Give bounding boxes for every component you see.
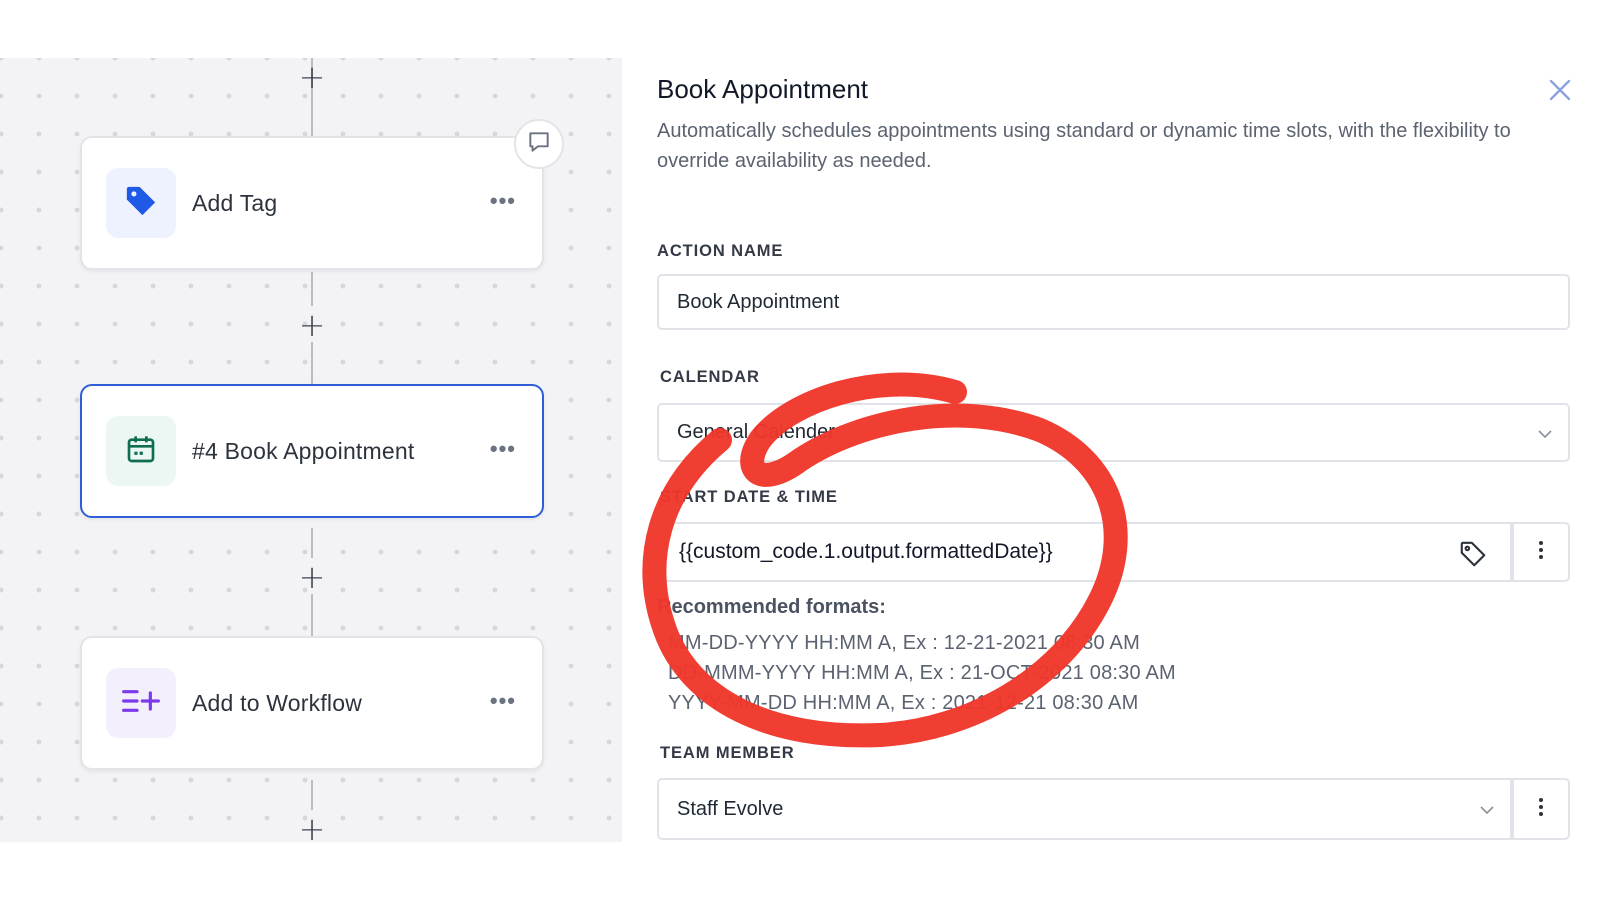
format-example: DD-MMM-YYYY HH:MM A, Ex : 21-OCT-2021 08… <box>668 662 1176 684</box>
start-date-time-more-button[interactable] <box>1512 522 1570 582</box>
comment-button[interactable] <box>514 119 564 169</box>
add-step-button[interactable]: + <box>299 561 326 593</box>
connector-line <box>311 594 313 636</box>
node-label: Add to Workflow <box>192 689 363 716</box>
calendar-label: CALENDAR <box>660 368 760 386</box>
node-label: #4 Book Appointment <box>192 437 415 464</box>
team-member-select[interactable]: Staff Evolve <box>657 778 1512 840</box>
add-to-list-icon <box>121 687 161 720</box>
node-label: Add Tag <box>192 189 278 216</box>
action-settings-panel: Book Appointment Automatically schedules… <box>622 58 1600 842</box>
calendar-icon <box>125 433 157 470</box>
connector-line <box>311 780 313 810</box>
node-icon-box <box>106 668 176 738</box>
connector-line <box>311 528 313 558</box>
node-more-menu[interactable]: ••• <box>490 190 516 212</box>
more-vertical-icon <box>1538 540 1544 565</box>
start-date-time-input[interactable]: {{custom_code.1.output.formattedDate}} <box>657 522 1512 582</box>
start-date-time-label: START DATE & TIME <box>660 488 838 506</box>
connector-line <box>311 272 313 306</box>
add-step-button[interactable]: + <box>299 813 326 842</box>
tag-icon <box>124 184 158 223</box>
action-name-input[interactable]: Book Appointment <box>657 274 1570 330</box>
panel-description: Automatically schedules appointments usi… <box>657 120 1511 172</box>
format-example: YYYY-MM-DD HH:MM A, Ex : 2021-12-21 08:3… <box>668 692 1139 714</box>
workflow-node-add-tag[interactable]: Add Tag ••• <box>80 136 544 270</box>
close-button[interactable] <box>1544 76 1576 108</box>
comment-icon <box>526 129 552 160</box>
node-icon-box <box>106 168 176 238</box>
recommended-formats-title: Recommended formats: <box>657 596 886 618</box>
tag-icon[interactable] <box>1458 539 1488 575</box>
chevron-down-icon <box>1536 425 1554 448</box>
calendar-value: General Calender <box>677 421 835 443</box>
calendar-select[interactable]: General Calender <box>657 403 1570 462</box>
more-vertical-icon <box>1538 797 1544 822</box>
chevron-down-icon <box>1478 801 1496 824</box>
team-member-label: TEAM MEMBER <box>660 744 795 762</box>
connector-line <box>311 342 313 384</box>
action-name-label: ACTION NAME <box>657 242 784 260</box>
workflow-node-book-appointment[interactable]: #4 Book Appointment ••• <box>80 384 544 518</box>
format-example: MM-DD-YYYY HH:MM A, Ex : 12-21-2021 08:3… <box>668 632 1140 654</box>
node-icon-box <box>106 416 176 486</box>
node-more-menu[interactable]: ••• <box>490 438 516 460</box>
team-member-more-button[interactable] <box>1512 778 1570 840</box>
workflow-canvas[interactable]: + + + + Add Tag ••• #4 Book Appointment … <box>0 58 622 842</box>
node-more-menu[interactable]: ••• <box>490 690 516 712</box>
add-step-button[interactable]: + <box>299 309 326 341</box>
team-member-value: Staff Evolve <box>677 797 784 820</box>
action-name-value: Book Appointment <box>677 290 840 313</box>
start-date-time-value: {{custom_code.1.output.formattedDate}} <box>679 540 1053 563</box>
close-icon <box>1548 78 1572 107</box>
workflow-node-add-to-workflow[interactable]: Add to Workflow ••• <box>80 636 544 770</box>
panel-title: Book Appointment <box>657 74 869 104</box>
add-step-button[interactable]: + <box>299 61 326 93</box>
